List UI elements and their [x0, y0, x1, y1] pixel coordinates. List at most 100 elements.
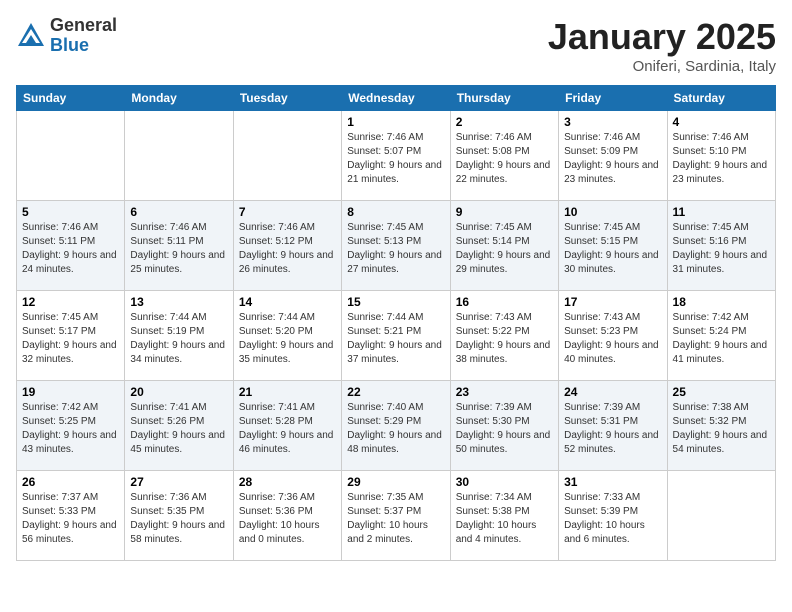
- day-number: 30: [456, 475, 553, 489]
- col-friday: Friday: [559, 86, 667, 111]
- day-info: Sunrise: 7:45 AM Sunset: 5:16 PM Dayligh…: [673, 221, 770, 277]
- day-number: 1: [347, 115, 444, 129]
- page-header: General Blue January 2025 Oniferi, Sardi…: [16, 16, 776, 75]
- calendar-week-row: 12 Sunrise: 7:45 AM Sunset: 5:17 PM Dayli…: [17, 291, 776, 381]
- day-number: 11: [673, 205, 770, 219]
- col-thursday: Thursday: [450, 86, 558, 111]
- table-row: 20Sunrise: 7:41 AM Sunset: 5:26 PM Dayli…: [125, 381, 233, 471]
- day-info: Sunrise: 7:46 AM Sunset: 5:07 PM Dayligh…: [347, 131, 444, 187]
- table-row: 22Sunrise: 7:40 AM Sunset: 5:29 PM Dayli…: [342, 381, 450, 471]
- day-info: Sunrise: 7:35 AM Sunset: 5:37 PM Dayligh…: [347, 491, 444, 547]
- table-row: 1 Sunrise: 7:46 AM Sunset: 5:07 PM Daylig…: [342, 111, 450, 201]
- day-info: Sunrise: 7:43 AM Sunset: 5:23 PM Dayligh…: [564, 311, 661, 367]
- day-number: 18: [673, 295, 770, 309]
- day-number: 19: [22, 385, 119, 399]
- day-info: Sunrise: 7:45 AM Sunset: 5:17 PM Dayligh…: [22, 311, 119, 367]
- day-info: Sunrise: 7:45 AM Sunset: 5:13 PM Dayligh…: [347, 221, 444, 277]
- day-number: 28: [239, 475, 336, 489]
- table-row: [17, 111, 125, 201]
- day-info: Sunrise: 7:37 AM Sunset: 5:33 PM Dayligh…: [22, 491, 119, 547]
- day-info: Sunrise: 7:36 AM Sunset: 5:35 PM Dayligh…: [130, 491, 227, 547]
- day-info: Sunrise: 7:46 AM Sunset: 5:12 PM Dayligh…: [239, 221, 336, 277]
- day-info: Sunrise: 7:46 AM Sunset: 5:10 PM Dayligh…: [673, 131, 770, 187]
- table-row: 11 Sunrise: 7:45 AM Sunset: 5:16 PM Dayli…: [667, 201, 775, 291]
- table-row: 27Sunrise: 7:36 AM Sunset: 5:35 PM Dayli…: [125, 471, 233, 561]
- day-number: 17: [564, 295, 661, 309]
- day-info: Sunrise: 7:38 AM Sunset: 5:32 PM Dayligh…: [673, 401, 770, 457]
- day-number: 26: [22, 475, 119, 489]
- day-number: 5: [22, 205, 119, 219]
- day-number: 21: [239, 385, 336, 399]
- title-block: January 2025 Oniferi, Sardinia, Italy: [548, 16, 776, 75]
- day-info: Sunrise: 7:44 AM Sunset: 5:21 PM Dayligh…: [347, 311, 444, 367]
- col-wednesday: Wednesday: [342, 86, 450, 111]
- col-sunday: Sunday: [17, 86, 125, 111]
- col-monday: Monday: [125, 86, 233, 111]
- day-info: Sunrise: 7:42 AM Sunset: 5:24 PM Dayligh…: [673, 311, 770, 367]
- day-info: Sunrise: 7:36 AM Sunset: 5:36 PM Dayligh…: [239, 491, 336, 547]
- table-row: 16 Sunrise: 7:43 AM Sunset: 5:22 PM Dayli…: [450, 291, 558, 381]
- table-row: 28 Sunrise: 7:36 AM Sunset: 5:36 PM Dayli…: [233, 471, 341, 561]
- logo-blue-text: Blue: [50, 36, 117, 56]
- day-number: 13: [130, 295, 227, 309]
- logo: General Blue: [16, 16, 117, 56]
- table-row: 30Sunrise: 7:34 AM Sunset: 5:38 PM Dayli…: [450, 471, 558, 561]
- day-number: 22: [347, 385, 444, 399]
- day-number: 16: [456, 295, 553, 309]
- day-number: 20: [130, 385, 227, 399]
- day-number: 3: [564, 115, 661, 129]
- table-row: 19 Sunrise: 7:42 AM Sunset: 5:25 PM Dayli…: [17, 381, 125, 471]
- day-info: Sunrise: 7:45 AM Sunset: 5:14 PM Dayligh…: [456, 221, 553, 277]
- table-row: 23 Sunrise: 7:39 AM Sunset: 5:30 PM Dayli…: [450, 381, 558, 471]
- day-info: Sunrise: 7:46 AM Sunset: 5:11 PM Dayligh…: [130, 221, 227, 277]
- calendar-table: Sunday Monday Tuesday Wednesday Thursday…: [16, 85, 776, 561]
- table-row: 15 Sunrise: 7:44 AM Sunset: 5:21 PM Dayli…: [342, 291, 450, 381]
- day-info: Sunrise: 7:44 AM Sunset: 5:20 PM Dayligh…: [239, 311, 336, 367]
- table-row: [233, 111, 341, 201]
- day-info: Sunrise: 7:43 AM Sunset: 5:22 PM Dayligh…: [456, 311, 553, 367]
- table-row: 24Sunrise: 7:39 AM Sunset: 5:31 PM Dayli…: [559, 381, 667, 471]
- day-number: 10: [564, 205, 661, 219]
- table-row: 7 Sunrise: 7:46 AM Sunset: 5:12 PM Daylig…: [233, 201, 341, 291]
- table-row: 12 Sunrise: 7:45 AM Sunset: 5:17 PM Dayli…: [17, 291, 125, 381]
- day-info: Sunrise: 7:46 AM Sunset: 5:11 PM Dayligh…: [22, 221, 119, 277]
- table-row: 4Sunrise: 7:46 AM Sunset: 5:10 PM Daylig…: [667, 111, 775, 201]
- table-row: 5 Sunrise: 7:46 AM Sunset: 5:11 PM Daylig…: [17, 201, 125, 291]
- table-row: 14 Sunrise: 7:44 AM Sunset: 5:20 PM Dayli…: [233, 291, 341, 381]
- logo-icon: [16, 21, 46, 51]
- table-row: 31Sunrise: 7:33 AM Sunset: 5:39 PM Dayli…: [559, 471, 667, 561]
- table-row: 26 Sunrise: 7:37 AM Sunset: 5:33 PM Dayli…: [17, 471, 125, 561]
- calendar-week-row: 19 Sunrise: 7:42 AM Sunset: 5:25 PM Dayli…: [17, 381, 776, 471]
- day-info: Sunrise: 7:46 AM Sunset: 5:08 PM Dayligh…: [456, 131, 553, 187]
- calendar-week-row: 1 Sunrise: 7:46 AM Sunset: 5:07 PM Daylig…: [17, 111, 776, 201]
- table-row: 25 Sunrise: 7:38 AM Sunset: 5:32 PM Dayli…: [667, 381, 775, 471]
- day-info: Sunrise: 7:41 AM Sunset: 5:28 PM Dayligh…: [239, 401, 336, 457]
- day-number: 2: [456, 115, 553, 129]
- day-number: 12: [22, 295, 119, 309]
- table-row: 3 Sunrise: 7:46 AM Sunset: 5:09 PM Daylig…: [559, 111, 667, 201]
- day-number: 31: [564, 475, 661, 489]
- calendar-week-row: 5 Sunrise: 7:46 AM Sunset: 5:11 PM Daylig…: [17, 201, 776, 291]
- day-number: 23: [456, 385, 553, 399]
- month-title: January 2025: [548, 16, 776, 58]
- table-row: 21 Sunrise: 7:41 AM Sunset: 5:28 PM Dayli…: [233, 381, 341, 471]
- table-row: 8Sunrise: 7:45 AM Sunset: 5:13 PM Daylig…: [342, 201, 450, 291]
- col-saturday: Saturday: [667, 86, 775, 111]
- logo-general-text: General: [50, 16, 117, 36]
- day-info: Sunrise: 7:45 AM Sunset: 5:15 PM Dayligh…: [564, 221, 661, 277]
- day-number: 24: [564, 385, 661, 399]
- table-row: [667, 471, 775, 561]
- day-number: 15: [347, 295, 444, 309]
- day-info: Sunrise: 7:44 AM Sunset: 5:19 PM Dayligh…: [130, 311, 227, 367]
- calendar-header-row: Sunday Monday Tuesday Wednesday Thursday…: [17, 86, 776, 111]
- table-row: 9Sunrise: 7:45 AM Sunset: 5:14 PM Daylig…: [450, 201, 558, 291]
- day-number: 14: [239, 295, 336, 309]
- table-row: 18 Sunrise: 7:42 AM Sunset: 5:24 PM Dayli…: [667, 291, 775, 381]
- day-number: 7: [239, 205, 336, 219]
- table-row: 10 Sunrise: 7:45 AM Sunset: 5:15 PM Dayli…: [559, 201, 667, 291]
- day-info: Sunrise: 7:46 AM Sunset: 5:09 PM Dayligh…: [564, 131, 661, 187]
- day-info: Sunrise: 7:39 AM Sunset: 5:30 PM Dayligh…: [456, 401, 553, 457]
- day-info: Sunrise: 7:42 AM Sunset: 5:25 PM Dayligh…: [22, 401, 119, 457]
- day-number: 25: [673, 385, 770, 399]
- table-row: 29Sunrise: 7:35 AM Sunset: 5:37 PM Dayli…: [342, 471, 450, 561]
